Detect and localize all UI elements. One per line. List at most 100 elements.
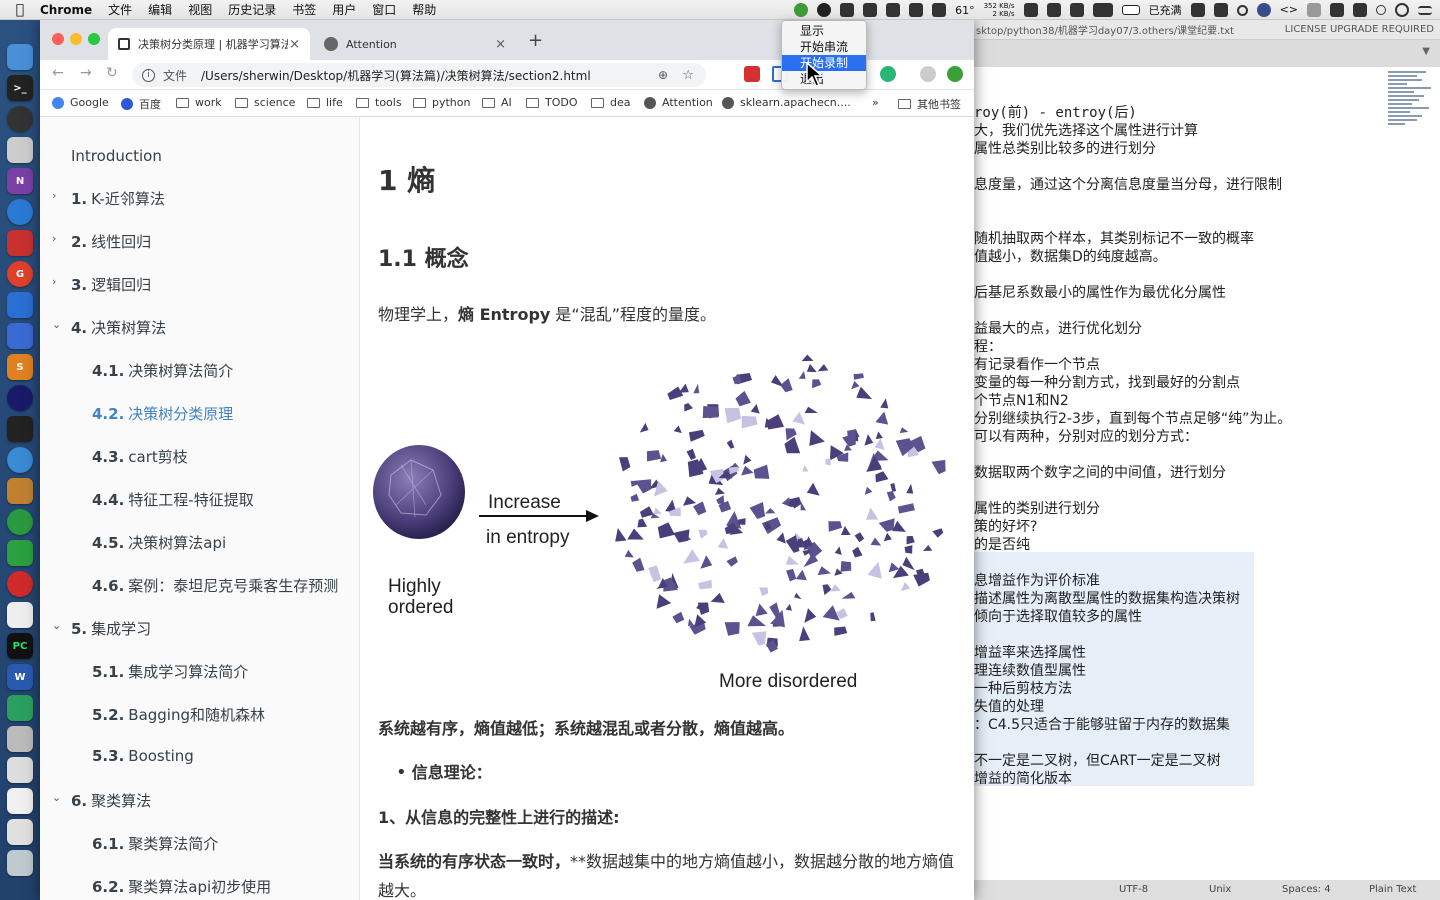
folder-icon[interactable] xyxy=(7,819,33,845)
iqiyi-icon[interactable] xyxy=(7,695,33,721)
menu-bookmarks[interactable]: 书签 xyxy=(292,1,316,18)
extension-update-icon[interactable] xyxy=(947,66,963,82)
tab-decision-tree[interactable]: 决策树分类原理 | 机器学习算法 × xyxy=(108,28,310,60)
tab-attention[interactable]: Attention × xyxy=(314,28,516,60)
volume-icon[interactable] xyxy=(1330,3,1344,17)
zoom-window-button[interactable] xyxy=(88,33,100,45)
sidebar-item[interactable]: 6.1. 聚类算法简介 xyxy=(92,833,218,854)
eraser-icon[interactable] xyxy=(7,292,33,318)
menu-list-icon[interactable] xyxy=(1418,5,1432,15)
update-icon[interactable] xyxy=(794,3,809,17)
sublime-icon[interactable]: S xyxy=(7,354,33,380)
cpu-icon[interactable] xyxy=(932,3,947,17)
cloud-icon[interactable] xyxy=(840,3,855,17)
notes-icon[interactable] xyxy=(7,602,33,628)
sidebar-item-introduction[interactable]: Introduction xyxy=(71,147,162,165)
chevron-right-icon[interactable]: › xyxy=(52,232,56,245)
forward-arrow-icon[interactable]: → xyxy=(80,65,92,81)
battery-icon[interactable] xyxy=(1121,5,1140,15)
bookmark-item[interactable]: sklearn.apachecn.... xyxy=(722,96,851,109)
bookmark-item[interactable]: dea xyxy=(591,96,631,109)
bookmark-item[interactable]: python xyxy=(413,96,470,109)
menu-file[interactable]: 文件 xyxy=(108,1,132,18)
bookmark-item[interactable]: TODO xyxy=(526,96,578,109)
bookmark-item[interactable]: Google xyxy=(52,96,109,109)
word-icon[interactable]: W xyxy=(7,664,33,690)
bookmark-item[interactable]: work xyxy=(176,96,222,109)
chevron-right-icon[interactable]: › xyxy=(52,189,56,202)
chevron-right-icon[interactable]: › xyxy=(52,275,56,288)
bookmark-status-icon[interactable] xyxy=(1046,3,1061,17)
display-icon[interactable] xyxy=(1092,3,1113,17)
menu-item-show[interactable]: 显示 xyxy=(782,23,866,39)
code-icon[interactable]: <> xyxy=(1280,3,1298,17)
menu-history[interactable]: 历史记录 xyxy=(228,1,276,18)
close-tab-icon[interactable]: × xyxy=(289,37,300,52)
menu-item-quit[interactable]: 退出 xyxy=(782,71,866,87)
chrome-icon[interactable] xyxy=(7,509,33,535)
address-bar[interactable]: i 文件 /Users/sherwin/Desktop/机器学习(算法篇)/决策… xyxy=(132,63,706,87)
phone-icon[interactable] xyxy=(1069,3,1084,17)
menu-item-start-recording[interactable]: 开始录制 xyxy=(782,55,866,71)
bookmark-item[interactable]: Attention xyxy=(644,96,713,109)
sidebar-item[interactable]: 4.1. 决策树算法简介 xyxy=(92,360,233,381)
menu-help[interactable]: 帮助 xyxy=(412,1,436,18)
sidebar-item[interactable]: 2. 线性回归 xyxy=(71,231,151,252)
tab-dropdown-icon[interactable]: ▼ xyxy=(1422,46,1430,57)
sidebar-item[interactable]: 4.6. 案例：泰坦尼克号乘客生存预测 xyxy=(92,575,338,596)
grid-icon[interactable] xyxy=(886,3,901,17)
zoom-icon[interactable]: ⊕ xyxy=(658,68,668,82)
layout-icon[interactable] xyxy=(1213,3,1228,17)
apple-menu-icon[interactable]:  xyxy=(0,2,40,18)
sidebar-item[interactable]: 4.5. 决策树算法api xyxy=(92,532,226,553)
bookmarks-overflow-button[interactable]: » xyxy=(872,96,879,109)
status-line-endings[interactable]: Unix xyxy=(1209,884,1231,895)
back-arrow-icon[interactable]: ← xyxy=(52,65,64,81)
sidebar-item[interactable]: 4.2. 决策树分类原理 xyxy=(92,403,233,424)
editor-minimap[interactable] xyxy=(1388,71,1436,141)
new-tab-button[interactable]: + xyxy=(528,30,543,51)
status-syntax[interactable]: Plain Text xyxy=(1369,884,1416,895)
sidebar-item[interactable]: 4.3. cart剪枝 xyxy=(92,446,188,467)
mail-icon[interactable] xyxy=(7,478,33,504)
send-icon[interactable] xyxy=(909,3,924,17)
utility-icon[interactable] xyxy=(7,726,33,752)
pycharm-icon[interactable]: PC xyxy=(7,633,33,659)
siri-icon[interactable] xyxy=(1256,3,1271,17)
sync-icon[interactable] xyxy=(1353,3,1367,17)
chevron-down-icon[interactable]: ⌄ xyxy=(52,791,61,804)
status-encoding[interactable]: UTF-8 xyxy=(1119,884,1148,895)
status-indent[interactable]: Spaces: 4 xyxy=(1282,884,1331,895)
sidebar-item[interactable]: 1. K-近邻算法 xyxy=(71,188,165,209)
obs-app-icon[interactable] xyxy=(7,106,33,132)
info-icon[interactable]: i xyxy=(142,68,155,82)
music-icon[interactable] xyxy=(7,571,33,597)
sidebar-item[interactable]: 4.4. 特征工程-特征提取 xyxy=(92,489,254,510)
menu-app-name[interactable]: Chrome xyxy=(40,3,92,17)
wifi-icon[interactable] xyxy=(1307,3,1321,17)
memory-icon[interactable] xyxy=(1023,3,1038,17)
sidebar-item[interactable]: 3. 逻辑回归 xyxy=(71,274,151,295)
menu-item-start-streaming[interactable]: 开始串流 xyxy=(782,39,866,55)
search-icon[interactable] xyxy=(1236,4,1248,16)
circle-icon[interactable] xyxy=(1376,5,1386,15)
chevron-down-icon[interactable]: ⌄ xyxy=(52,318,61,331)
extension-ghost-icon[interactable] xyxy=(920,66,936,82)
onenote-icon[interactable]: N xyxy=(7,168,33,194)
extension-translate-icon[interactable] xyxy=(744,66,760,82)
grammarly-icon[interactable]: G xyxy=(7,261,33,287)
wechat-status-icon[interactable] xyxy=(1190,3,1205,17)
document-icon[interactable] xyxy=(7,788,33,814)
trash-icon[interactable] xyxy=(7,850,33,876)
netease-icon[interactable] xyxy=(7,230,33,256)
disk-icon[interactable] xyxy=(7,757,33,783)
bookmark-item[interactable]: 百度 xyxy=(121,96,161,112)
finder-icon[interactable] xyxy=(7,44,33,70)
screen-icon[interactable] xyxy=(7,323,33,349)
obs-icon[interactable] xyxy=(817,3,832,17)
safari-icon[interactable] xyxy=(7,447,33,473)
bookmark-item[interactable]: science xyxy=(235,96,295,109)
minimize-window-button[interactable] xyxy=(70,33,82,45)
sidebar-item[interactable]: 5.2. Bagging和随机森林 xyxy=(92,704,265,725)
editor-text-area[interactable]: roy(前) - entroy(后) 大，我们优先选择这个属性进行计算 属性总类别比… xyxy=(974,67,1440,880)
